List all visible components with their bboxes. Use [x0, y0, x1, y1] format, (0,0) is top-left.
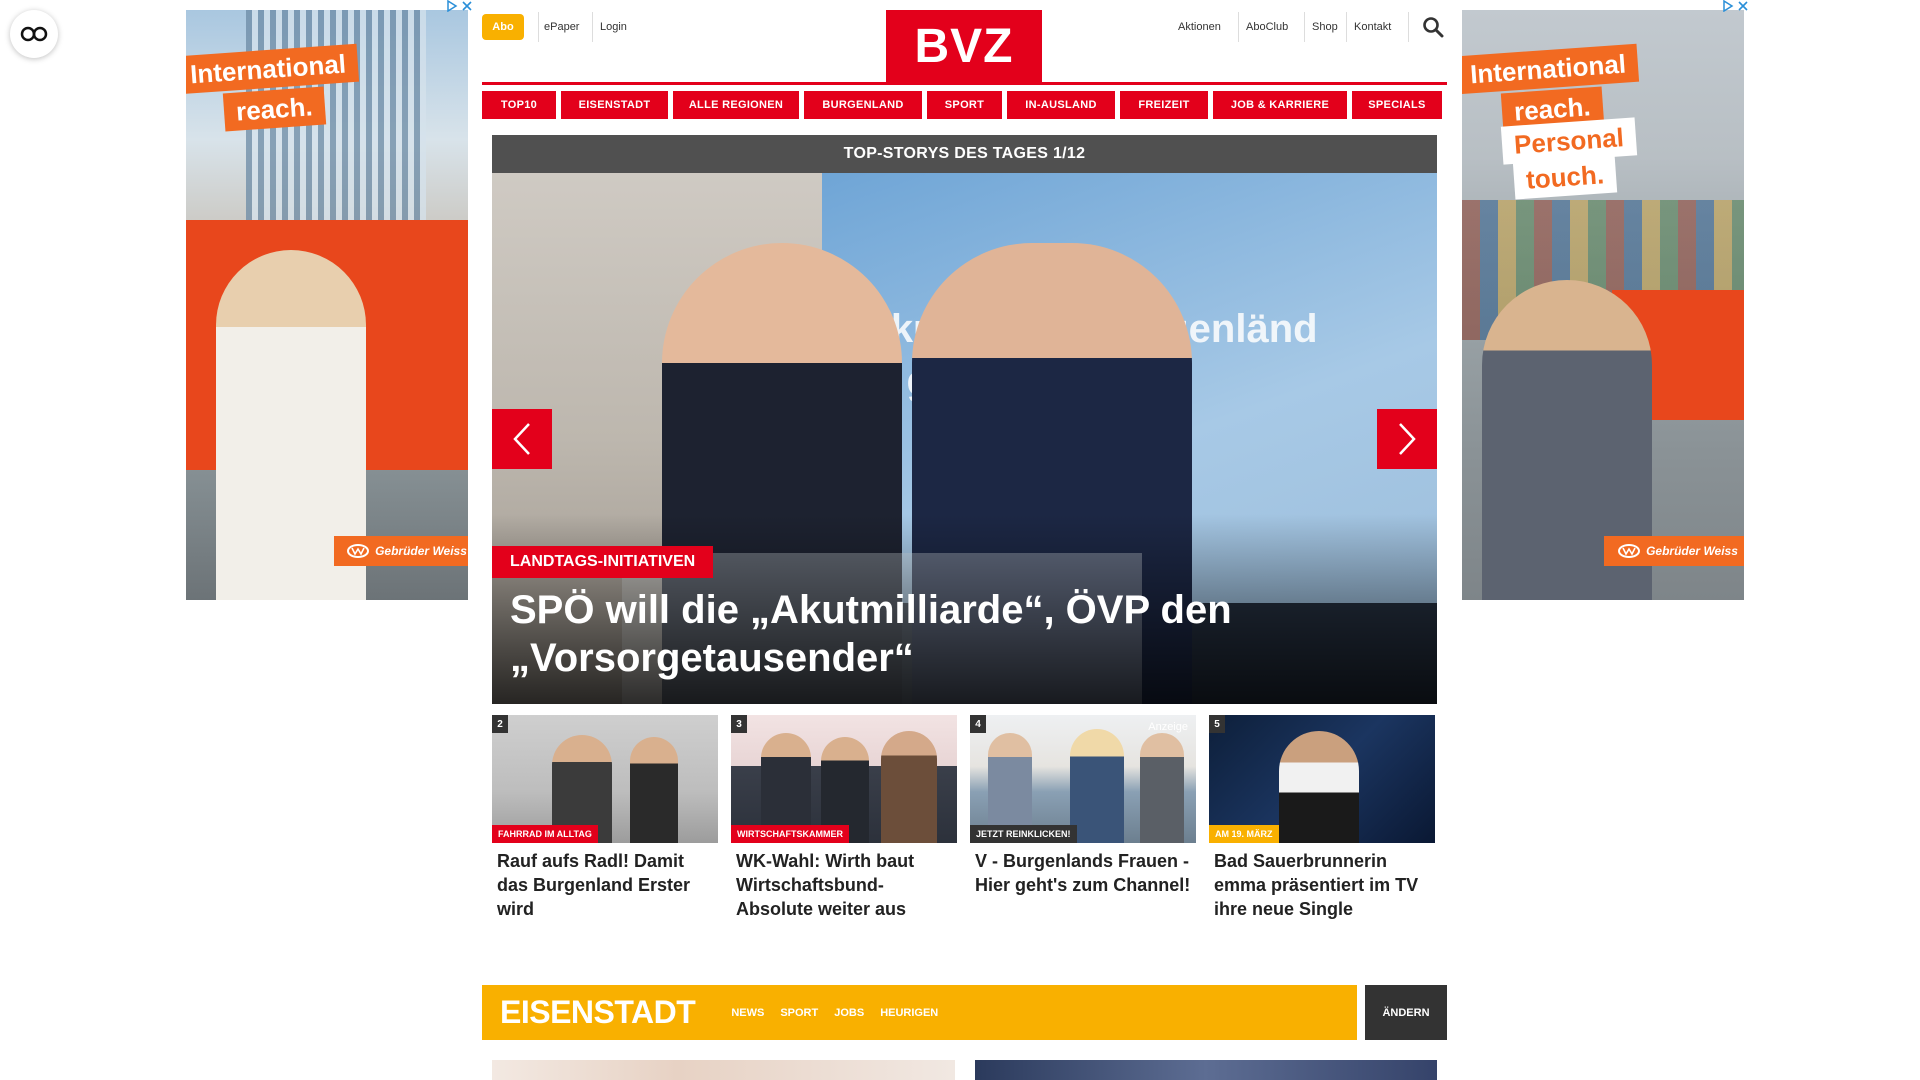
nav-item-in-ausland[interactable]: IN-AUSLAND: [1007, 91, 1115, 119]
region-link-jobs[interactable]: JOBS: [834, 1007, 864, 1019]
region-bar: EISENSTADT NEWS SPORT JOBS HEURIGEN: [482, 985, 1357, 1040]
teaser-image: 5 AM 19. MÄRZ: [1209, 715, 1435, 843]
article-image[interactable]: [975, 1060, 1437, 1080]
nav-item-top10[interactable]: TOP10: [482, 91, 556, 119]
login-link[interactable]: Login: [600, 14, 627, 40]
teaser-kicker: JETZT REINKLICKEN!: [970, 825, 1077, 843]
ad-tagline-2: reach.: [222, 86, 326, 132]
teaser-image: 4 Anzeige JETZT REINKLICKEN!: [970, 715, 1196, 843]
teaser-kicker: AM 19. MÄRZ: [1209, 825, 1279, 843]
nav-item-alle-regionen[interactable]: ALLE REGIONEN: [673, 91, 799, 119]
site-logo[interactable]: BVZ: [886, 10, 1042, 82]
chevron-right-icon: [1399, 423, 1416, 455]
right-advertisement[interactable]: International reach. Personal touch. Geb…: [1462, 10, 1744, 600]
article-image[interactable]: [492, 1060, 955, 1080]
brand-logo-icon: [347, 544, 370, 558]
teaser-rank: 3: [731, 715, 747, 733]
ad-tagline-4: touch.: [1512, 154, 1618, 200]
teaser-title: WK-Wahl: Wirth baut Wirtschaftsbund-Abso…: [736, 851, 915, 919]
nav-item-eisenstadt[interactable]: EISENSTADT: [561, 91, 668, 119]
ad-brand-logo: Gebrüder Weiss: [334, 536, 468, 566]
teaser-rank: 2: [492, 715, 508, 733]
slider-next-button[interactable]: [1377, 409, 1437, 469]
story-teaser[interactable]: 2 FAHRRAD IM ALLTAG Rauf aufs Radl! Dami…: [492, 715, 718, 921]
nav-item-job-karriere[interactable]: JOB & KARRIERE: [1213, 91, 1347, 119]
nav-link-shop[interactable]: Shop: [1312, 14, 1338, 40]
story-teaser[interactable]: 5 AM 19. MÄRZ Bad Sauerbrunnerin emma pr…: [1209, 715, 1435, 921]
nav-item-burgenland[interactable]: BURGENLAND: [804, 91, 922, 119]
top-stories-slider: TOP-STORYS DES TAGES 1/12 Akutr de für b…: [492, 135, 1437, 704]
story-teaser[interactable]: 3 WIRTSCHAFTSKAMMER WK-Wahl: Wirth baut …: [731, 715, 957, 921]
teaser-kicker: FAHRRAD IM ALLTAG: [492, 825, 598, 843]
slider-prev-button[interactable]: [492, 409, 552, 469]
left-advertisement[interactable]: International reach. Gebrüder Weiss: [186, 10, 468, 600]
region-title[interactable]: EISENSTADT: [500, 994, 696, 1031]
epaper-link[interactable]: ePaper: [544, 14, 579, 40]
teaser-kicker: WIRTSCHAFTSKAMMER: [731, 825, 849, 843]
main-navigation: TOP10 EISENSTADT ALLE REGIONEN BURGENLAN…: [482, 91, 1447, 119]
story-teaser[interactable]: 4 Anzeige JETZT REINKLICKEN! V - Burgenl…: [970, 715, 1196, 921]
region-link-heurigen[interactable]: HEURIGEN: [880, 1007, 938, 1019]
brand-logo-icon: [1618, 544, 1641, 558]
site-header: Abo ePaper Login BVZ Aktionen AboClub Sh…: [482, 10, 1447, 82]
nav-link-kontakt[interactable]: Kontakt: [1354, 14, 1391, 40]
nav-item-specials[interactable]: SPECIALS: [1352, 91, 1442, 119]
slider-header: TOP-STORYS DES TAGES 1/12: [492, 135, 1437, 173]
teaser-rank: 4: [970, 715, 986, 733]
slide-item[interactable]: Akutr de für burgenländ ei gefordert! LA…: [492, 173, 1437, 704]
change-region-button[interactable]: ÄNDERN: [1365, 985, 1447, 1040]
ad-brand-logo: Gebrüder Weiss: [1604, 536, 1744, 566]
teaser-image: 3 WIRTSCHAFTSKAMMER: [731, 715, 957, 843]
story-teaser-list: 2 FAHRRAD IM ALLTAG Rauf aufs Radl! Dami…: [492, 715, 1437, 921]
region-link-news[interactable]: NEWS: [731, 1007, 764, 1019]
ad-label: Anzeige: [1148, 721, 1188, 733]
nav-item-freizeit[interactable]: FREIZEIT: [1120, 91, 1208, 119]
teaser-title: Rauf aufs Radl! Damit das Burgenland Ers…: [497, 851, 691, 919]
glasses-icon: [20, 26, 48, 42]
nav-link-aboclub[interactable]: AboClub: [1246, 14, 1288, 40]
search-icon[interactable]: [1422, 16, 1444, 38]
abo-button[interactable]: Abo: [482, 14, 524, 40]
header-divider: [482, 82, 1447, 85]
nav-link-aktionen[interactable]: Aktionen: [1178, 14, 1221, 40]
ad-choices-icon[interactable]: [446, 0, 474, 15]
nav-item-sport[interactable]: SPORT: [927, 91, 1002, 119]
region-link-sport[interactable]: SPORT: [780, 1007, 818, 1019]
teaser-image: 2 FAHRRAD IM ALLTAG: [492, 715, 718, 843]
teaser-rank: 5: [1209, 715, 1225, 733]
slide-kicker[interactable]: LANDTAGS-INITIATIVEN: [492, 546, 714, 578]
accessibility-button[interactable]: [10, 10, 58, 58]
teaser-title: Bad Sauerbrunnerin emma präsentiert im T…: [1214, 851, 1419, 919]
ad-choices-icon[interactable]: [1722, 0, 1750, 15]
chevron-left-icon: [513, 423, 530, 455]
teaser-title: V - Burgenlands Frauen - Hier geht's zum…: [975, 851, 1191, 895]
slide-headline[interactable]: SPÖ will die „Akutmilliarde“, ÖVP den „V…: [510, 586, 1410, 682]
